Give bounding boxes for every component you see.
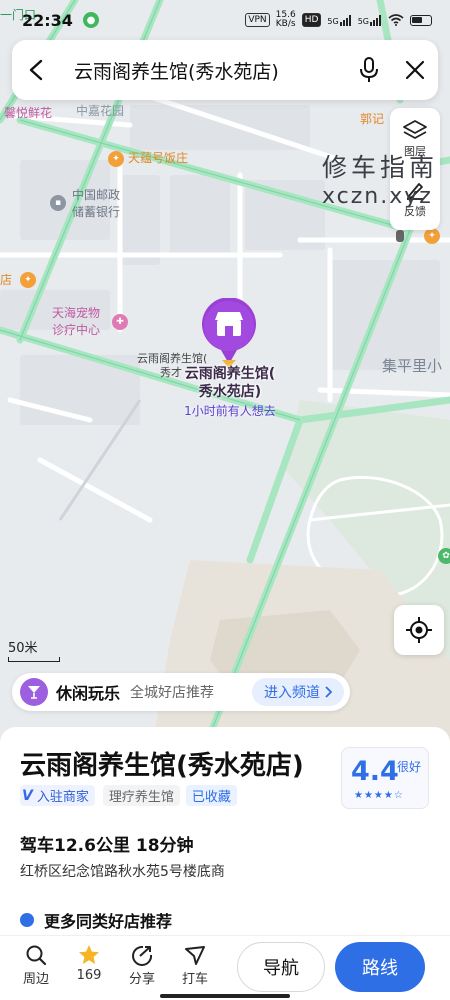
pet-clinic-icon[interactable]: ✚ [112, 314, 128, 330]
bus-stop-icon[interactable] [396, 230, 404, 242]
nearby-label: 周边 [22, 972, 49, 987]
map-label-post-bank-1[interactable]: 中国邮政 [72, 188, 120, 202]
marker-subtitle: 1小时前有人想去 [184, 404, 276, 418]
navigate-button[interactable]: 导航 [237, 942, 325, 992]
map-label-guo[interactable]: 郭记 [360, 112, 384, 126]
map-label-poi-small[interactable]: 云雨阁养生馆( [137, 352, 207, 365]
map-label-jiping[interactable]: 集平里小 [382, 357, 442, 375]
verified-merchant-tag[interactable]: V 入驻商家 [20, 785, 95, 806]
cocktail-icon [20, 678, 48, 706]
rating-card[interactable]: 4.4 很好 ★★★★☆ [341, 747, 429, 809]
rating-word: 很好 [397, 760, 422, 774]
net-speed: 15.6 KB/s [276, 11, 296, 29]
more-recommendations[interactable]: 更多同类好店推荐 [20, 911, 172, 929]
scale-label: 50米 [8, 641, 38, 656]
watermark: 修车指南 xczn.xyz [322, 148, 438, 209]
place-address[interactable]: 红桥区纪念馆路秋水苑5号楼底商 [20, 861, 225, 881]
chevron-right-icon [325, 686, 332, 698]
map-label-tiandi[interactable]: 天蕴号饭庄 [128, 151, 188, 165]
nearby-button[interactable]: 周边 [16, 942, 56, 987]
sim2-label: 5G [357, 16, 369, 26]
leisure-subtitle: 全城好店推荐 [130, 685, 215, 701]
verified-merchant-label: 入驻商家 [36, 790, 89, 805]
search-query-text[interactable]: 云雨阁养生馆(秀水苑店) [62, 57, 346, 84]
route-button[interactable]: 路线 [335, 942, 425, 992]
taxi-icon [185, 946, 205, 965]
verified-v-icon: V [22, 787, 33, 804]
status-time: 22:34 [22, 10, 73, 30]
hd-badge: HD [301, 13, 322, 27]
category-tag: 理疗养生馆 [102, 785, 180, 806]
food-icon[interactable]: ✦ [20, 272, 36, 288]
map-label-xinyue[interactable]: 馨悦鲜花 [4, 106, 52, 120]
favorite-button[interactable]: 169 [69, 942, 109, 983]
place-marker[interactable] [200, 297, 258, 368]
locate-me-button[interactable] [394, 605, 444, 655]
microphone-icon[interactable] [346, 40, 392, 100]
marker-name-line-1: 云雨阁养生馆( [184, 366, 276, 382]
map-label-pet-2[interactable]: 诊疗中心 [52, 323, 100, 337]
wifi-icon [388, 14, 404, 26]
star-icon [79, 945, 99, 964]
saved-tag[interactable]: 已收藏 [185, 785, 237, 806]
map-label-pet-1[interactable]: 天海宠物 [52, 306, 100, 320]
back-arrow-icon[interactable] [12, 40, 62, 100]
marker-name-line-2: 秀水苑店) [198, 384, 262, 400]
map-label-zhongjia[interactable]: 中嘉花园 [76, 104, 124, 118]
spa-marker-icon [202, 297, 256, 368]
share-label: 分享 [128, 972, 155, 987]
net-speed-unit: KB/s [275, 19, 296, 29]
more-recommendations-label: 更多同类好店推荐 [44, 912, 173, 929]
favorite-count: 169 [76, 968, 102, 983]
shop-icon[interactable]: ✦ [424, 228, 440, 244]
status-bar: 22:34 ● VPN 15.6 KB/s HD 5G 5G [0, 0, 450, 40]
watermark-line-2: xczn.xyz [322, 184, 433, 209]
battery-icon [410, 14, 432, 26]
place-title: 云雨阁养生馆(秀水苑店) [20, 751, 304, 781]
enter-channel-label: 进入频道 [264, 685, 320, 701]
notification-icon: ● [82, 12, 99, 28]
sim1-label: 5G [327, 16, 339, 26]
share-icon [132, 945, 153, 966]
close-icon[interactable] [392, 40, 438, 100]
enter-channel-button[interactable]: 进入频道 [252, 678, 344, 706]
rating-stars: ★★★★☆ [354, 790, 404, 801]
vpn-badge: VPN [245, 13, 270, 27]
map-label-post-bank-2[interactable]: 储蓄银行 [72, 205, 120, 219]
layers-icon [403, 119, 427, 139]
search-bar[interactable]: 云雨阁养生馆(秀水苑店) [12, 40, 438, 100]
drive-info: 驾车12.6公里 18分钟 [20, 836, 194, 856]
rating-score: 4.4 [351, 756, 399, 787]
taxi-button[interactable]: 打车 [175, 942, 215, 987]
share-button[interactable]: 分享 [122, 942, 162, 987]
scale-line [8, 657, 60, 662]
home-indicator [160, 994, 290, 998]
map-label-shop-left[interactable]: 店 [0, 273, 12, 287]
sim1-signal-icon: 5G [327, 14, 351, 26]
bank-icon[interactable]: ▪ [50, 195, 66, 211]
leisure-title: 休闲玩乐 [56, 684, 121, 703]
location-pin-icon [20, 913, 34, 927]
marker-name[interactable]: 云雨阁养生馆( 秀水苑店) [170, 365, 290, 401]
leisure-banner[interactable]: 休闲玩乐 全城好店推荐 进入频道 [12, 673, 350, 711]
search-icon [26, 945, 47, 966]
park-icon[interactable]: ✿ [438, 548, 450, 564]
taxi-label: 打车 [181, 972, 208, 987]
watermark-line-1: 修车指南 [322, 153, 439, 182]
place-tags: V 入驻商家 理疗养生馆 已收藏 [20, 785, 237, 806]
scale-bar: 50米 [8, 637, 60, 662]
restaurant-icon[interactable]: ✦ [108, 151, 124, 167]
sim2-signal-icon: 5G [357, 14, 382, 26]
bottom-action-bar: 周边 169 分享 打车 导航 路线 [0, 935, 450, 1000]
crosshair-icon [406, 617, 432, 643]
